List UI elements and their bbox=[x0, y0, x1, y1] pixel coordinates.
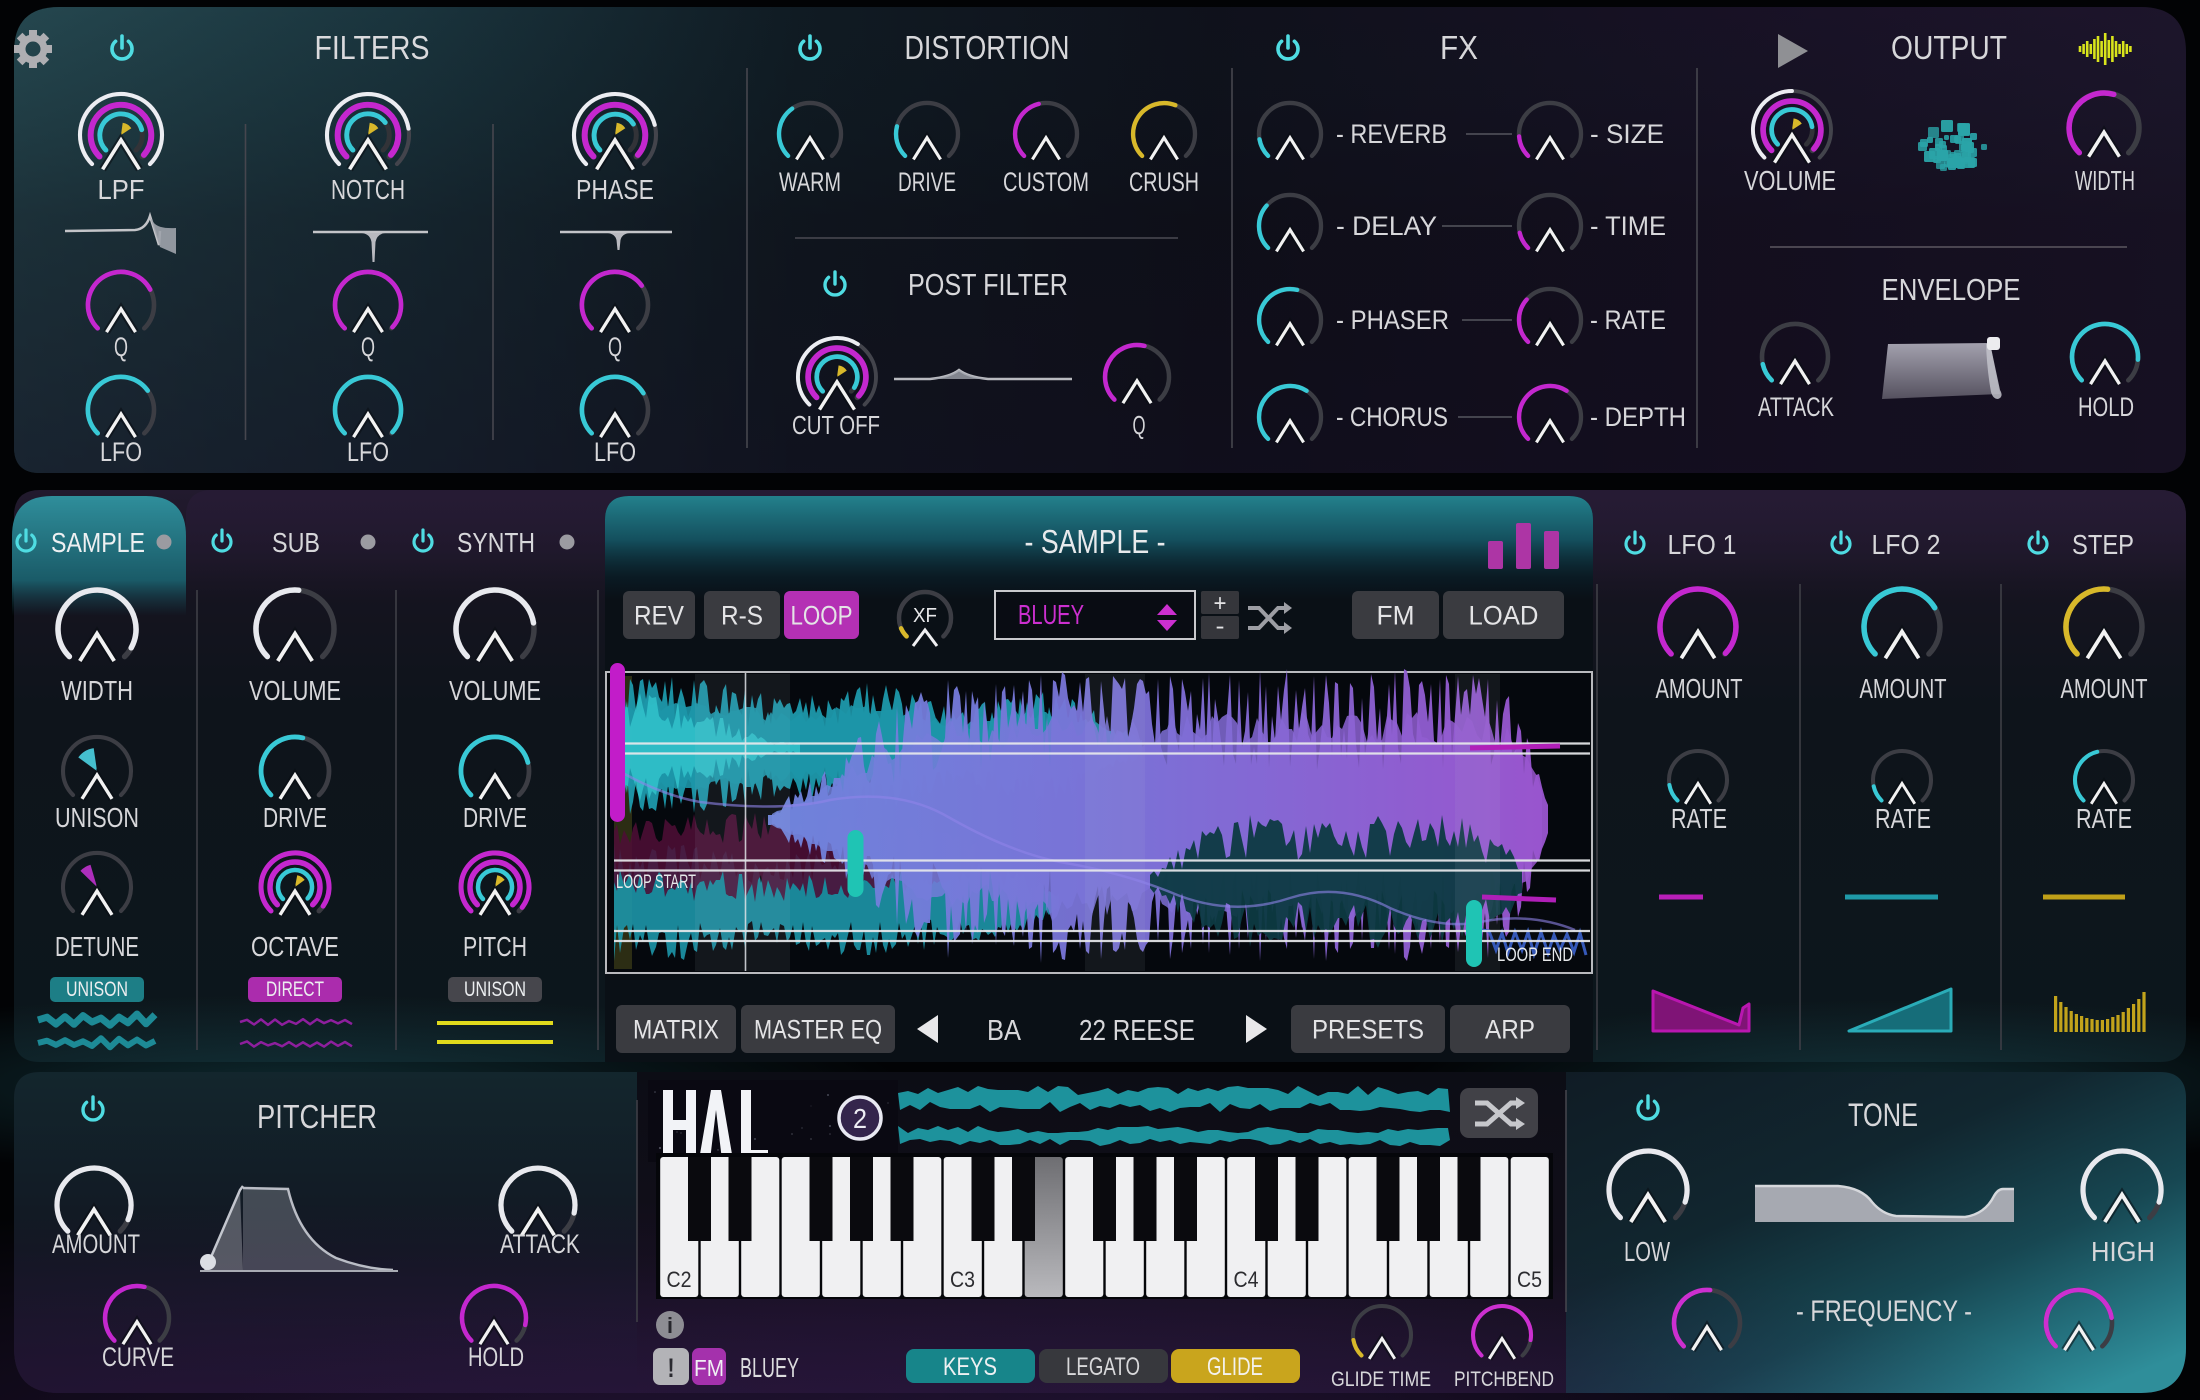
svg-text:POST FILTER: POST FILTER bbox=[908, 267, 1068, 302]
svg-text:DRIVE: DRIVE bbox=[463, 802, 527, 833]
svg-text:LFO 2: LFO 2 bbox=[1872, 529, 1941, 560]
svg-text:SYNTH: SYNTH bbox=[457, 527, 535, 558]
svg-text:C3: C3 bbox=[950, 1267, 975, 1292]
svg-text:SAMPLE: SAMPLE bbox=[51, 527, 145, 558]
svg-text:ATTACK: ATTACK bbox=[1758, 392, 1834, 422]
svg-text:VOLUME: VOLUME bbox=[1744, 165, 1836, 196]
svg-text:LOOP: LOOP bbox=[791, 601, 853, 631]
svg-text:Q: Q bbox=[1133, 410, 1146, 440]
svg-text:- DELAY: - DELAY bbox=[1336, 211, 1437, 241]
svg-text:Q: Q bbox=[114, 332, 128, 362]
svg-text:GLIDE: GLIDE bbox=[1207, 1353, 1263, 1381]
svg-text:WIDTH: WIDTH bbox=[2075, 165, 2135, 196]
svg-text:REV: REV bbox=[634, 601, 684, 631]
svg-text:RATE: RATE bbox=[2076, 803, 2132, 834]
svg-text:MASTER EQ: MASTER EQ bbox=[754, 1015, 882, 1045]
svg-text:LOOP START: LOOP START bbox=[616, 872, 696, 893]
svg-text:LFO: LFO bbox=[594, 437, 636, 467]
svg-text:22 REESE: 22 REESE bbox=[1079, 1015, 1195, 1047]
svg-text:DRIVE: DRIVE bbox=[263, 802, 327, 833]
svg-text:- SIZE: - SIZE bbox=[1590, 119, 1664, 149]
svg-text:ENVELOPE: ENVELOPE bbox=[1882, 272, 2021, 307]
svg-text:BLUEY: BLUEY bbox=[740, 1352, 799, 1383]
svg-text:LFO: LFO bbox=[347, 437, 389, 467]
svg-text:VOLUME: VOLUME bbox=[249, 675, 341, 706]
svg-text:OUTPUT: OUTPUT bbox=[1891, 29, 2007, 66]
svg-text:C2: C2 bbox=[667, 1267, 692, 1292]
svg-text:- DEPTH: - DEPTH bbox=[1590, 402, 1686, 432]
svg-text:AMOUNT: AMOUNT bbox=[1860, 673, 1947, 704]
svg-text:CUSTOM: CUSTOM bbox=[1003, 167, 1089, 197]
svg-text:RATE: RATE bbox=[1875, 803, 1931, 834]
svg-text:- TIME: - TIME bbox=[1590, 211, 1666, 241]
svg-text:R-S: R-S bbox=[721, 601, 763, 631]
svg-text:-: - bbox=[1216, 613, 1225, 640]
svg-text:WIDTH: WIDTH bbox=[61, 675, 133, 706]
svg-text:Q: Q bbox=[361, 332, 375, 362]
svg-text:LEGATO: LEGATO bbox=[1066, 1353, 1140, 1381]
svg-text:WARM: WARM bbox=[779, 167, 841, 197]
svg-text:HOLD: HOLD bbox=[468, 1342, 524, 1372]
svg-text:- RATE: - RATE bbox=[1590, 305, 1666, 335]
svg-text:GLIDE TIME: GLIDE TIME bbox=[1331, 1368, 1431, 1391]
svg-text:BA: BA bbox=[987, 1015, 1022, 1047]
svg-text:HIGH: HIGH bbox=[2091, 1236, 2155, 1267]
svg-text:FM: FM bbox=[1377, 601, 1415, 631]
svg-text:TONE: TONE bbox=[1848, 1097, 1918, 1133]
svg-text:MATRIX: MATRIX bbox=[633, 1015, 719, 1045]
svg-text:UNISON: UNISON bbox=[55, 802, 139, 833]
svg-text:PHASE: PHASE bbox=[576, 174, 654, 205]
svg-text:SUB: SUB bbox=[272, 527, 320, 558]
svg-text:UNISON: UNISON bbox=[66, 978, 128, 1001]
svg-text:PITCHER: PITCHER bbox=[257, 1098, 377, 1135]
svg-text:DETUNE: DETUNE bbox=[55, 931, 139, 962]
svg-text:FILTERS: FILTERS bbox=[315, 29, 430, 66]
svg-text:ATTACK: ATTACK bbox=[500, 1229, 580, 1259]
svg-text:DIRECT: DIRECT bbox=[266, 978, 324, 1001]
svg-text:AMOUNT: AMOUNT bbox=[1656, 673, 1743, 704]
svg-text:BLUEY: BLUEY bbox=[1018, 599, 1084, 630]
svg-text:XF: XF bbox=[913, 605, 937, 627]
svg-text:NOTCH: NOTCH bbox=[331, 174, 405, 205]
svg-text:FX: FX bbox=[1440, 29, 1478, 66]
svg-text:ARP: ARP bbox=[1485, 1015, 1535, 1045]
svg-text:DRIVE: DRIVE bbox=[898, 167, 956, 197]
svg-text:HOLD: HOLD bbox=[2078, 392, 2134, 422]
svg-text:2: 2 bbox=[853, 1103, 867, 1134]
svg-text:CRUSH: CRUSH bbox=[1129, 167, 1199, 197]
svg-text:CURVE: CURVE bbox=[102, 1342, 174, 1372]
svg-text:C4: C4 bbox=[1234, 1267, 1259, 1292]
svg-text:!: ! bbox=[668, 1353, 675, 1383]
svg-text:DISTORTION: DISTORTION bbox=[905, 29, 1070, 66]
svg-text:UNISON: UNISON bbox=[464, 978, 526, 1001]
svg-text:LOW: LOW bbox=[1624, 1236, 1670, 1267]
svg-text:FM: FM bbox=[694, 1355, 724, 1381]
svg-text:VOLUME: VOLUME bbox=[449, 675, 541, 706]
svg-text:LFO 1: LFO 1 bbox=[1668, 529, 1737, 560]
svg-text:LPF: LPF bbox=[98, 174, 145, 205]
svg-text:LOAD: LOAD bbox=[1469, 601, 1539, 631]
svg-text:PRESETS: PRESETS bbox=[1312, 1015, 1424, 1045]
svg-text:LFO: LFO bbox=[100, 437, 142, 467]
svg-text:- REVERB: - REVERB bbox=[1336, 119, 1447, 149]
svg-text:PITCH: PITCH bbox=[463, 931, 527, 962]
svg-text:- FREQUENCY -: - FREQUENCY - bbox=[1796, 1295, 1972, 1328]
svg-text:KEYS: KEYS bbox=[943, 1353, 997, 1381]
svg-text:C5: C5 bbox=[1517, 1267, 1542, 1292]
svg-text:Q: Q bbox=[608, 332, 622, 362]
svg-text:AMOUNT: AMOUNT bbox=[52, 1229, 140, 1259]
svg-text:RATE: RATE bbox=[1671, 803, 1727, 834]
svg-text:- CHORUS: - CHORUS bbox=[1336, 402, 1448, 432]
svg-text:LOOP END: LOOP END bbox=[1497, 945, 1573, 966]
svg-text:i: i bbox=[667, 1313, 673, 1338]
svg-text:- PHASER: - PHASER bbox=[1336, 305, 1449, 335]
svg-text:AMOUNT: AMOUNT bbox=[2061, 673, 2148, 704]
svg-text:CUT OFF: CUT OFF bbox=[792, 410, 880, 440]
svg-text:PITCHBEND: PITCHBEND bbox=[1454, 1368, 1554, 1391]
svg-text:- SAMPLE -: - SAMPLE - bbox=[1025, 523, 1166, 560]
svg-text:STEP: STEP bbox=[2072, 529, 2134, 560]
svg-text:OCTAVE: OCTAVE bbox=[251, 931, 339, 962]
